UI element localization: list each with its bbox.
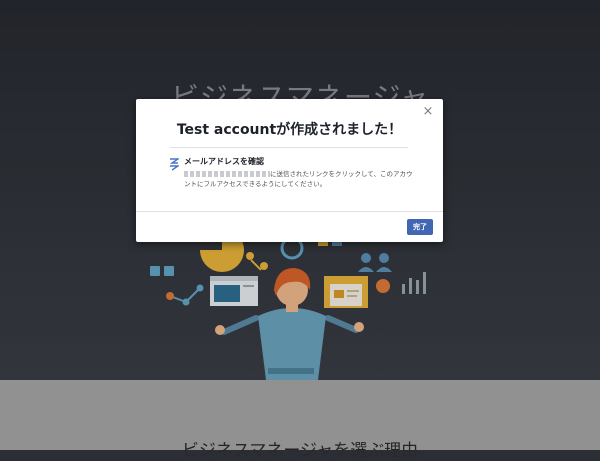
- mail-icon: [169, 158, 179, 171]
- footer-divider: [136, 211, 443, 212]
- confirm-email-heading: メールアドレスを確認: [184, 157, 264, 166]
- redacted-email: [184, 171, 270, 177]
- confirm-email-text: に送信されたリンクをクリックして、このアカウントにフルアクセスできるようにしてく…: [184, 169, 414, 189]
- account-created-dialog: × Test accountが作成されました！ メールアドレスを確認 に送信され…: [136, 99, 443, 242]
- title-divider: [170, 147, 408, 148]
- dialog-title: Test accountが作成されました！: [176, 122, 403, 138]
- close-icon[interactable]: ×: [421, 105, 435, 119]
- done-button[interactable]: 完了: [407, 219, 433, 235]
